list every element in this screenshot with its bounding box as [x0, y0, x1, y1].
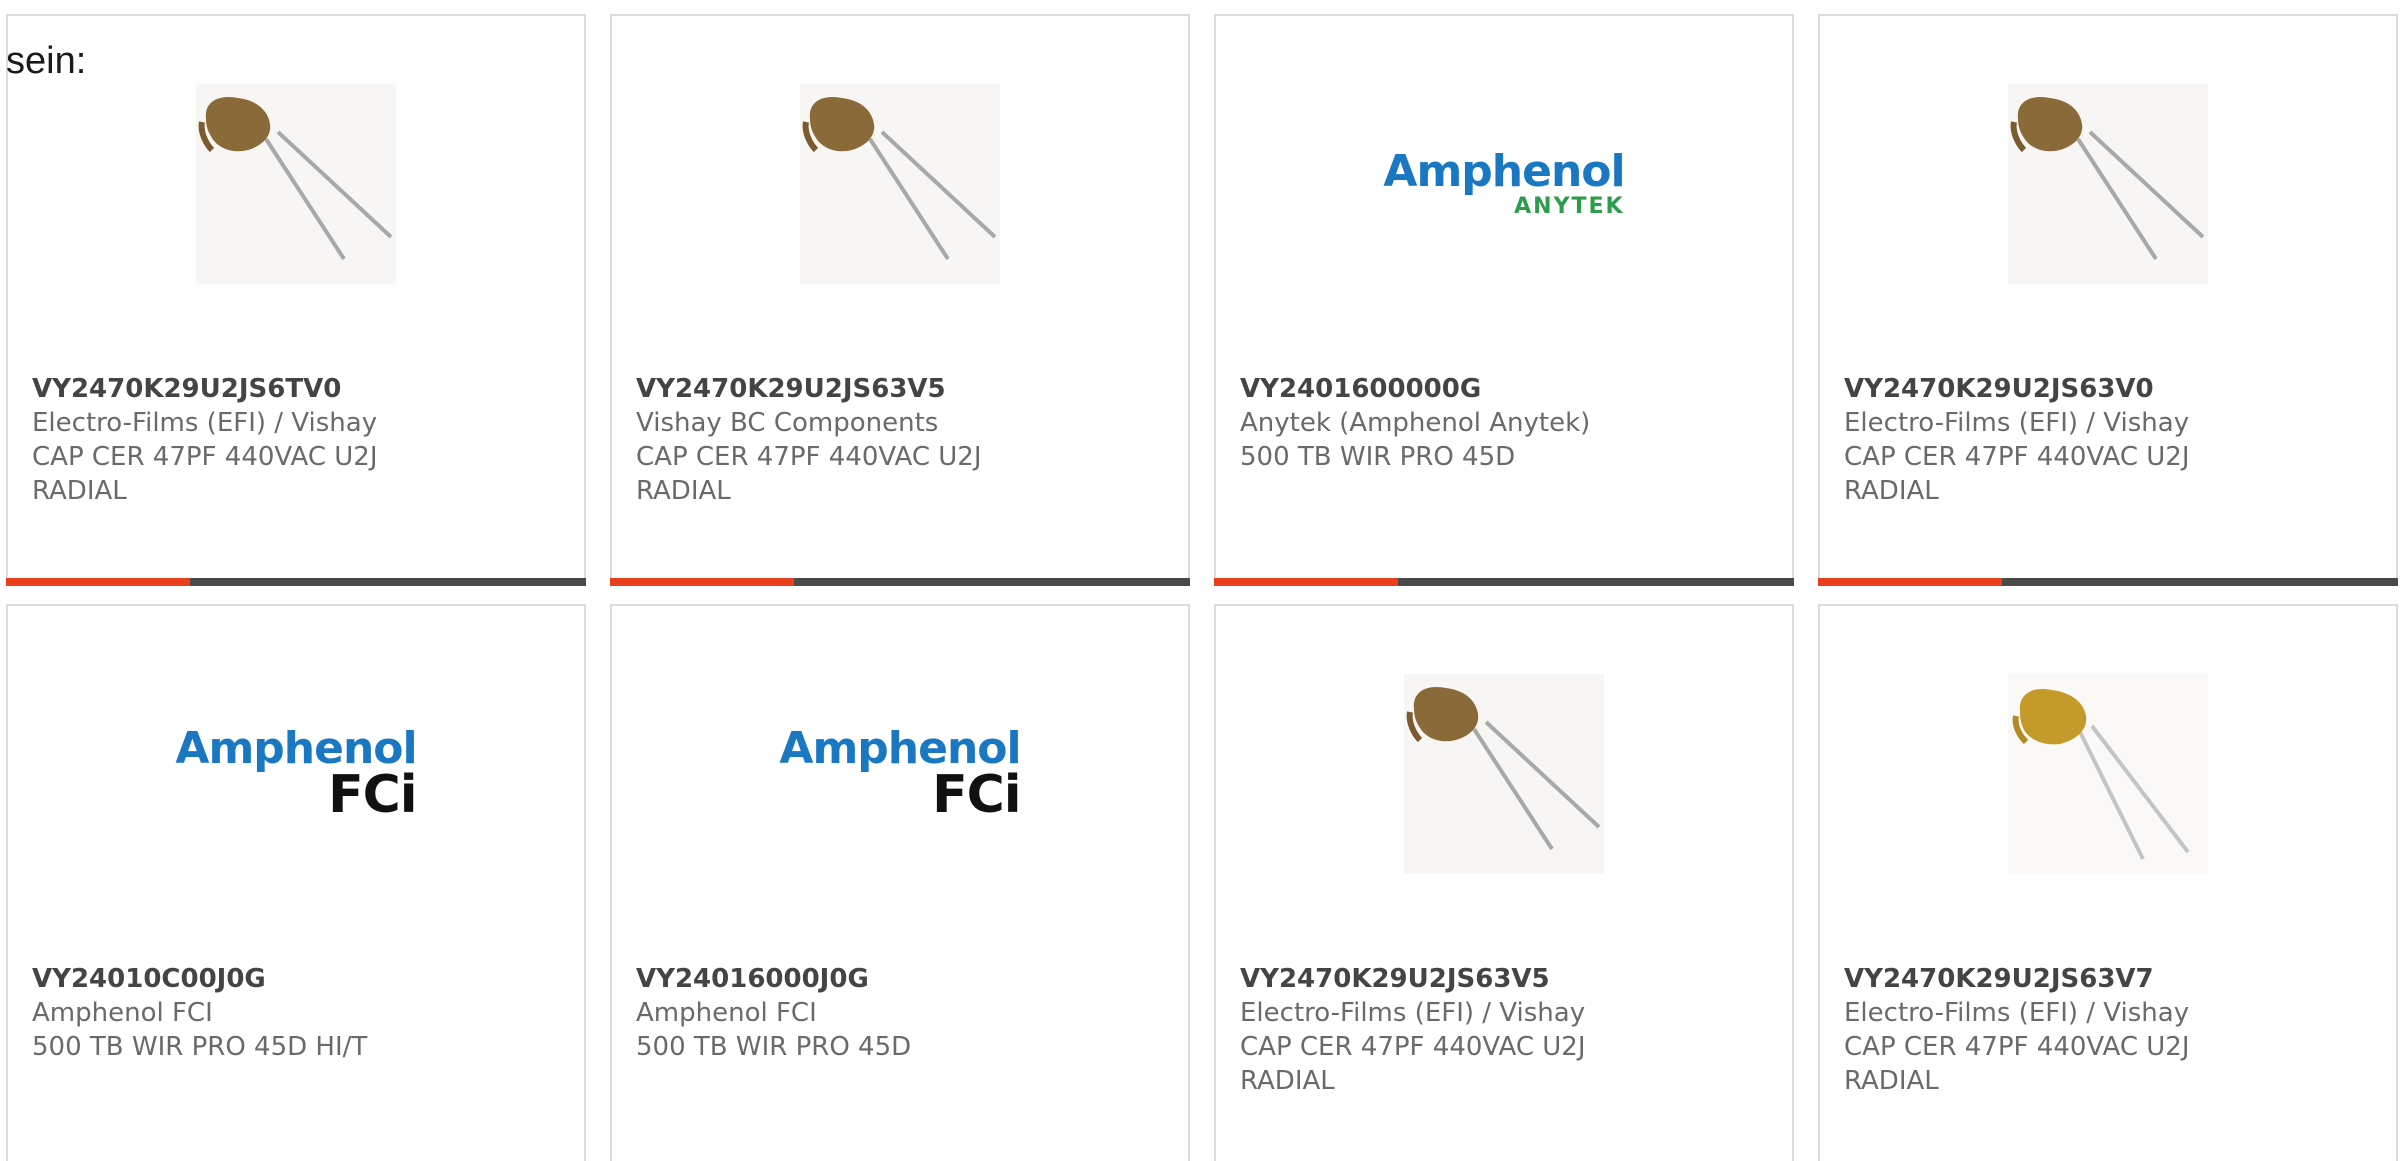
part-number[interactable]: VY2470K29U2JS63V7 — [1844, 962, 2386, 996]
description: RADIAL — [1844, 476, 1939, 506]
logo-sub-text: FCi — [328, 765, 418, 825]
product-card[interactable]: VY2470K29U2JS63V5 Electro-Films (EFI) / … — [1214, 604, 1794, 1161]
amphenol-fci-logo: Amphenol FCi — [175, 674, 417, 874]
product-card[interactable]: Amphenol ANYTEK VY2401600000G Anytek (Am… — [1214, 14, 1794, 586]
description: CAP CER 47PF 440VAC U2J — [1844, 1032, 2190, 1062]
description: 500 TB WIR PRO 45D HI/T — [32, 1032, 368, 1062]
part-number[interactable]: VY2470K29U2JS63V0 — [1844, 372, 2386, 406]
manufacturer: Anytek (Amphenol Anytek) — [1240, 408, 1591, 438]
product-card[interactable]: VY2470K29U2JS63V0 Electro-Films (EFI) / … — [1818, 14, 2398, 586]
card-bar — [1214, 578, 1794, 586]
manufacturer: Electro-Films (EFI) / Vishay — [1844, 408, 2190, 438]
card-bar — [6, 578, 586, 586]
part-number[interactable]: VY2470K29U2JS63V5 — [636, 372, 1178, 406]
card-bar-accent — [6, 578, 190, 586]
capacitor-image-light — [2008, 674, 2208, 874]
part-number[interactable]: VY24010C00J0G — [32, 962, 574, 996]
description: 500 TB WIR PRO 45D — [636, 1032, 912, 1062]
description: CAP CER 47PF 440VAC U2J — [1240, 1032, 1586, 1062]
manufacturer: Vishay BC Components — [636, 408, 939, 438]
card-bar-accent — [1818, 578, 2002, 586]
product-card[interactable]: VY2470K29U2JS6TV0 Electro-Films (EFI) / … — [6, 14, 586, 586]
product-card[interactable]: Amphenol FCi VY24016000J0G Amphenol FCI … — [610, 604, 1190, 1161]
description: RADIAL — [1240, 1066, 1335, 1096]
description: CAP CER 47PF 440VAC U2J — [636, 442, 982, 472]
part-number[interactable]: VY24016000J0G — [636, 962, 1178, 996]
manufacturer: Amphenol FCI — [32, 998, 213, 1028]
amphenol-anytek-logo: Amphenol ANYTEK — [1383, 84, 1625, 284]
description: CAP CER 47PF 440VAC U2J — [32, 442, 378, 472]
capacitor-image — [196, 84, 396, 284]
description: RADIAL — [32, 476, 127, 506]
card-bar — [610, 578, 1190, 586]
manufacturer: Electro-Films (EFI) / Vishay — [1240, 998, 1586, 1028]
logo-sub-text: ANYTEK — [1514, 194, 1625, 219]
part-number[interactable]: VY2470K29U2JS6TV0 — [32, 372, 574, 406]
manufacturer: Electro-Films (EFI) / Vishay — [32, 408, 378, 438]
capacitor-image — [2008, 84, 2208, 284]
description: CAP CER 47PF 440VAC U2J — [1844, 442, 2190, 472]
capacitor-image — [800, 84, 1000, 284]
capacitor-image — [1404, 674, 1604, 874]
manufacturer: Amphenol FCI — [636, 998, 817, 1028]
part-number[interactable]: VY2470K29U2JS63V5 — [1240, 962, 1782, 996]
product-results-page: sein: VY2470K29U2JS6TV0 Electro-Films (E… — [0, 0, 2407, 1161]
card-bar-accent — [1214, 578, 1398, 586]
amphenol-fci-logo: Amphenol FCi — [779, 674, 1021, 874]
description: RADIAL — [636, 476, 731, 506]
product-card[interactable]: VY2470K29U2JS63V5 Vishay BC Components C… — [610, 14, 1190, 586]
manufacturer: Electro-Films (EFI) / Vishay — [1844, 998, 2190, 1028]
description: 500 TB WIR PRO 45D — [1240, 442, 1516, 472]
card-bar-accent — [610, 578, 794, 586]
product-card[interactable]: VY2470K29U2JS63V7 Electro-Films (EFI) / … — [1818, 604, 2398, 1161]
part-number[interactable]: VY2401600000G — [1240, 372, 1782, 406]
product-grid: VY2470K29U2JS6TV0 Electro-Films (EFI) / … — [0, 0, 2407, 1161]
logo-sub-text: FCi — [932, 765, 1022, 825]
product-card[interactable]: Amphenol FCi VY24010C00J0G Amphenol FCI … — [6, 604, 586, 1161]
description: RADIAL — [1844, 1066, 1939, 1096]
intro-text: sein: — [6, 40, 87, 82]
card-bar — [1818, 578, 2398, 586]
logo-main-text: Amphenol — [1383, 146, 1625, 197]
